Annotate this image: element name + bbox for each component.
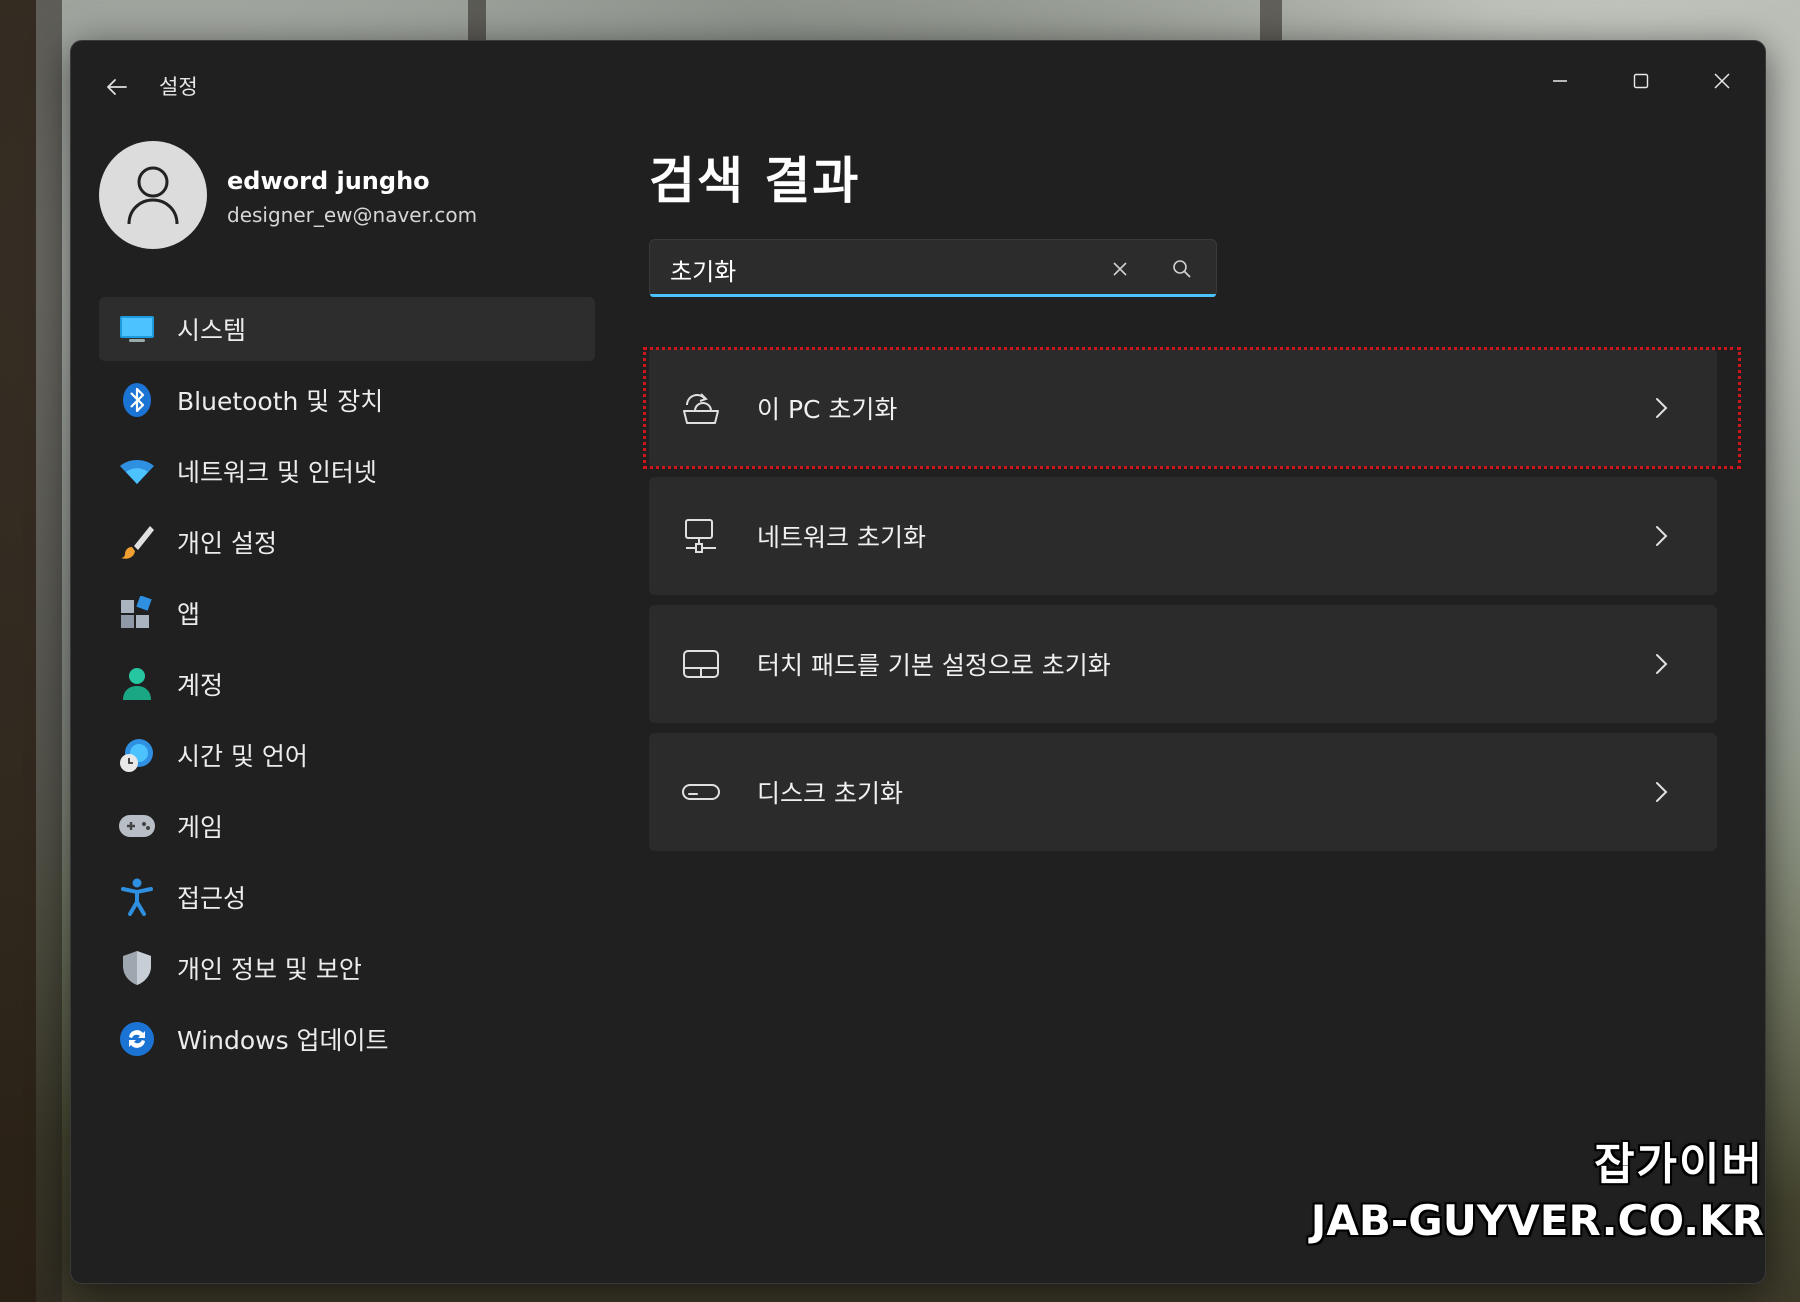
sidebar-item-label: 시스템 [177, 316, 247, 345]
sidebar-item-privacy-security[interactable]: 개인 정보 및 보안 [99, 936, 595, 1000]
touchpad-icon [679, 642, 723, 686]
sidebar-item-label: 게임 [177, 813, 224, 842]
result-touchpad-reset[interactable]: 터치 패드를 기본 설정으로 초기화 [649, 605, 1717, 723]
wifi-icon [117, 451, 157, 491]
sidebar-item-label: 계정 [177, 671, 224, 700]
avatar [99, 141, 207, 249]
reset-pc-icon [679, 386, 723, 430]
user-email: designer_ew@naver.com [227, 203, 478, 227]
maximize-icon [1633, 73, 1649, 89]
time-language-icon [117, 735, 157, 775]
sidebar-item-windows-update[interactable]: Windows 업데이트 [99, 1007, 595, 1071]
apps-icon [117, 593, 157, 633]
gamepad-icon [117, 806, 157, 846]
back-arrow-icon [107, 79, 127, 95]
search-button[interactable] [1162, 249, 1202, 289]
title-bar: 설정 [71, 41, 1765, 121]
sidebar-item-system[interactable]: 시스템 [99, 297, 595, 361]
close-icon [1113, 262, 1127, 276]
watermark: 잡가이버 JAB-GUYVER.CO.KR [1311, 1128, 1764, 1245]
minimize-icon [1553, 80, 1567, 82]
close-button[interactable] [1687, 61, 1757, 101]
result-label: 터치 패드를 기본 설정으로 초기화 [757, 651, 1111, 680]
sidebar-item-label: 시간 및 언어 [177, 742, 308, 771]
chevron-right-icon [1641, 644, 1681, 684]
clear-search-button[interactable] [1100, 249, 1140, 289]
search-input[interactable] [668, 248, 1092, 290]
search-results: 이 PC 초기화 네트워크 초기화 터치 패드를 기본 설정으로 초기화 디스크… [643, 347, 1741, 861]
monitor-icon [117, 309, 157, 349]
sidebar-item-accessibility[interactable]: 접근성 [99, 865, 595, 929]
chevron-right-icon [1641, 516, 1681, 556]
page-title: 검색 결과 [649, 152, 861, 210]
sidebar-item-network[interactable]: 네트워크 및 인터넷 [99, 439, 595, 503]
result-label: 네트워크 초기화 [757, 523, 926, 552]
result-network-reset[interactable]: 네트워크 초기화 [649, 477, 1717, 595]
result-label: 이 PC 초기화 [757, 395, 898, 424]
maximize-button[interactable] [1606, 61, 1676, 101]
result-disk-reset[interactable]: 디스크 초기화 [649, 733, 1717, 851]
sidebar-item-time-language[interactable]: 시간 및 언어 [99, 723, 595, 787]
settings-window: 설정 edword jungho designer_ew@naver.com 시… [70, 40, 1766, 1284]
back-button[interactable] [95, 65, 139, 109]
paintbrush-icon [117, 522, 157, 562]
sidebar-item-label: 앱 [177, 600, 201, 629]
sidebar-nav: 시스템 Bluetooth 및 장치 네트워크 및 인터넷 개인 설정 앱 계정… [99, 297, 595, 1078]
watermark-url: JAB-GUYVER.CO.KR [1310, 1196, 1764, 1245]
sidebar-item-label: 네트워크 및 인터넷 [177, 458, 377, 487]
chevron-right-icon [1641, 772, 1681, 812]
minimize-button[interactable] [1525, 61, 1595, 101]
search-box [649, 239, 1217, 297]
account-icon [117, 664, 157, 704]
search-icon [1173, 260, 1191, 278]
network-reset-icon [679, 514, 723, 558]
person-icon [127, 166, 179, 225]
sidebar-item-bluetooth[interactable]: Bluetooth 및 장치 [99, 368, 595, 432]
chevron-right-icon [1641, 388, 1681, 428]
shield-icon [117, 948, 157, 988]
update-icon [117, 1019, 157, 1059]
watermark-korean: 잡가이버 [1594, 1139, 1764, 1190]
result-label: 디스크 초기화 [757, 779, 903, 808]
close-icon [1714, 73, 1730, 89]
bluetooth-icon [117, 380, 157, 420]
sidebar-item-personalization[interactable]: 개인 설정 [99, 510, 595, 574]
accessibility-icon [117, 877, 157, 917]
app-title: 설정 [159, 75, 198, 99]
result-reset-pc[interactable]: 이 PC 초기화 [643, 347, 1741, 469]
disk-icon [679, 770, 723, 814]
sidebar-item-accounts[interactable]: 계정 [99, 652, 595, 716]
sidebar-item-label: 개인 정보 및 보안 [177, 955, 362, 984]
sidebar-item-label: Bluetooth 및 장치 [177, 387, 384, 416]
sidebar-item-label: 개인 설정 [177, 529, 277, 558]
sidebar-item-label: 접근성 [177, 884, 247, 913]
sidebar-item-label: Windows 업데이트 [177, 1026, 389, 1055]
sidebar-item-gaming[interactable]: 게임 [99, 794, 595, 858]
sidebar-item-apps[interactable]: 앱 [99, 581, 595, 645]
user-name: edword jungho [227, 167, 430, 195]
wallpaper-tree [36, 0, 62, 1302]
